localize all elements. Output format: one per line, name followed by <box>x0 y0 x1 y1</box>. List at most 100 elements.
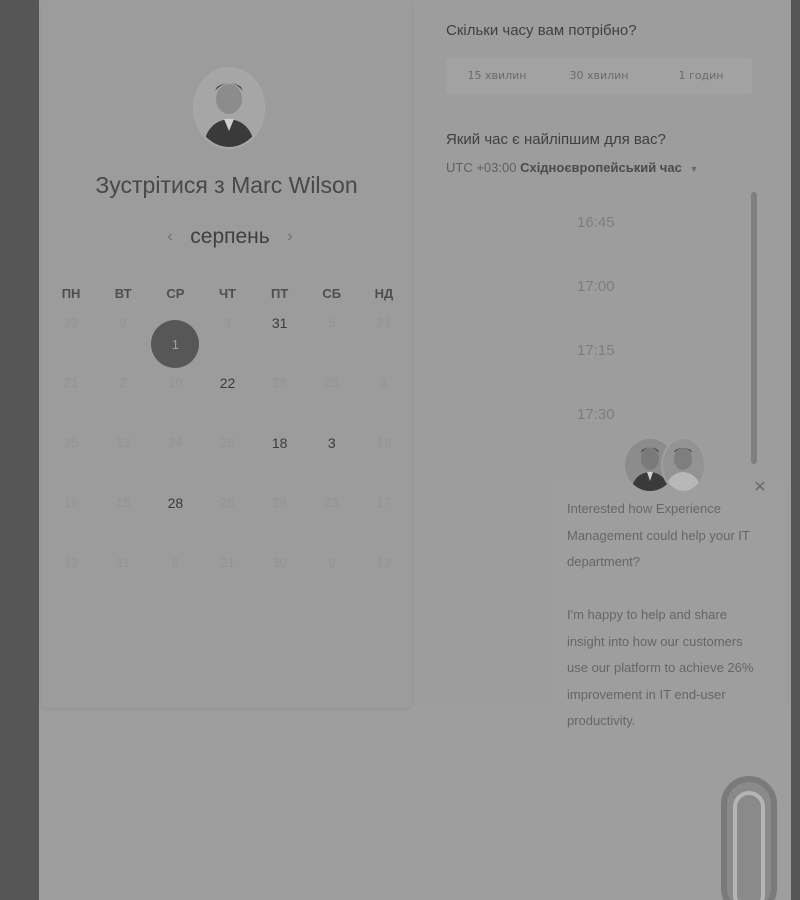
calendar-day-number: 23 <box>324 495 339 510</box>
calendar-day-number: 21 <box>63 375 79 390</box>
close-icon[interactable]: ✕ <box>751 479 769 497</box>
calendar-day-number: 16 <box>63 495 79 510</box>
calendar-day-number: 30 <box>272 555 287 570</box>
calendar-day-number: 25 <box>324 375 339 390</box>
calendar-day[interactable]: 28 <box>149 495 201 555</box>
time-slot[interactable]: 16:45 <box>446 196 746 260</box>
chat-agent-avatars <box>625 439 705 491</box>
calendar-day-number: 15 <box>115 495 131 510</box>
calendar-week-row: 16 15 28 20 29 23 17 <box>45 495 410 555</box>
month-label: серпень <box>190 225 270 248</box>
calendar-day-number: 28 <box>167 495 184 511</box>
calendar-day: 16 <box>45 495 97 555</box>
duration-option-30[interactable]: 30 хвилин <box>548 58 650 94</box>
calendar-day-number: 13 <box>115 435 131 450</box>
calendar-day[interactable]: 31 <box>254 315 306 375</box>
calendar-day-number: 21 <box>376 315 392 330</box>
calendar-day: 22 <box>45 315 97 375</box>
chat-message-2: I'm happy to help and share insight into… <box>567 607 754 728</box>
duration-question: Скільки часу вам потрібно? <box>446 22 637 39</box>
calendar-week-row: 21 2 10 22 28 25 3 <box>45 375 410 435</box>
timezone-name: Східноєвропейський час <box>520 160 682 175</box>
calendar-day-number: 18 <box>271 435 288 451</box>
calendar-day: 3 <box>201 315 253 375</box>
time-slot[interactable]: 17:00 <box>446 260 746 324</box>
calendar-day: 12 <box>358 555 410 615</box>
weekday-label: СБ <box>322 286 342 301</box>
calendar-week-row: 25 13 24 26 18 3 19 <box>45 435 410 495</box>
calendar-day-number: 3 <box>380 375 388 390</box>
calendar-day: 25 <box>306 375 358 435</box>
timezone-selector[interactable]: UTC +03:00 Східноєвропейський час ▼ <box>446 160 698 175</box>
time-question: Який час є найліпшим для вас? <box>446 131 666 148</box>
calendar-day: 17 <box>358 495 410 555</box>
calendar-day: 15 <box>97 495 149 555</box>
duration-option-60[interactable]: 1 годин <box>650 58 752 94</box>
chevron-right-icon[interactable]: › <box>280 228 300 246</box>
weekday-label: ВТ <box>114 286 132 301</box>
calendar-day-number: 24 <box>168 435 183 450</box>
weekday-label: ПТ <box>270 286 289 301</box>
calendar-day: 24 <box>149 435 201 495</box>
calendar-day-number: 1 <box>171 337 179 352</box>
time-slot-scrollbar[interactable] <box>751 192 757 464</box>
calendar-day: 23 <box>306 495 358 555</box>
weekday-label: НД <box>374 286 394 301</box>
calendar-day-number: 21 <box>220 555 235 570</box>
host-avatar <box>195 69 263 147</box>
calendar-day-number: 8 <box>171 555 179 570</box>
calendar-day-number: 28 <box>272 375 287 390</box>
calendar-day-number: 19 <box>376 435 392 450</box>
calendar-day-number: 9 <box>328 555 336 570</box>
calendar-day-number: 17 <box>376 495 392 510</box>
calendar-day-number: 10 <box>168 375 183 390</box>
calendar-day-number: 9 <box>119 315 127 330</box>
calendar-day: 28 <box>254 375 306 435</box>
calendar-day-number: 5 <box>328 315 336 330</box>
calendar-day: 21 <box>45 375 97 435</box>
meeting-title-prefix: Зустрітися з <box>95 172 225 198</box>
calendar-day: 3 <box>358 375 410 435</box>
chat-message: Interested how Experience Management cou… <box>567 496 767 735</box>
calendar-day-number: 12 <box>376 555 392 570</box>
calendar-day: 21 <box>358 315 410 375</box>
calendar-day: 19 <box>358 435 410 495</box>
calendar-day: 2 <box>97 375 149 435</box>
calendar-day: 20 <box>201 495 253 555</box>
chat-message-1: Interested how Experience Management cou… <box>567 501 750 569</box>
calendar-day: 10 <box>149 375 201 435</box>
month-navigation: ‹ серпень › <box>160 222 300 252</box>
weekday-label: СР <box>166 286 185 301</box>
calendar-day-number: 31 <box>271 315 288 331</box>
chevron-left-icon[interactable]: ‹ <box>160 228 180 246</box>
weekday-header: ПН ВТ СР ЧТ ПТ СБ НД <box>45 286 410 301</box>
calendar-day-number: 2 <box>119 375 127 390</box>
meeting-title: Зустрітися з Marc Wilson <box>41 172 412 199</box>
time-slot[interactable]: 17:15 <box>446 324 746 388</box>
agent-avatar <box>663 439 704 491</box>
calendar-day: 29 <box>254 495 306 555</box>
calendar-days: 22 9 1 3 31 5 21 21 2 10 22 28 25 3 25 13 24 26 18 3 19 16 15 2… <box>45 315 410 615</box>
timezone-offset: UTC +03:00 <box>446 160 517 175</box>
calendar-day: 26 <box>201 435 253 495</box>
calendar-day[interactable]: 3 <box>306 435 358 495</box>
calendar-day: 13 <box>97 435 149 495</box>
calendar-day[interactable]: 22 <box>201 375 253 435</box>
weekday-label: ПН <box>61 286 81 301</box>
caret-down-icon: ▼ <box>689 164 699 174</box>
duration-selector: 15 хвилин 30 хвилин 1 годин <box>446 58 752 94</box>
calendar-day: 30 <box>254 555 306 615</box>
calendar-day-number: 25 <box>63 435 79 450</box>
calendar-day: 12 <box>45 555 97 615</box>
calendar-day: 21 <box>201 555 253 615</box>
duration-option-15[interactable]: 15 хвилин <box>446 58 548 94</box>
calendar-day-number: 22 <box>63 315 79 330</box>
calendar-day[interactable]: 18 <box>254 435 306 495</box>
calendar-day-number: 12 <box>63 555 79 570</box>
weekday-label: ЧТ <box>218 286 237 301</box>
calendar-day-number: 20 <box>220 495 235 510</box>
calendar-day-number: 29 <box>272 495 287 510</box>
calendar-day: 25 <box>45 435 97 495</box>
calendar-day-selected[interactable]: 1 <box>149 315 201 375</box>
calendar-day: 5 <box>306 315 358 375</box>
